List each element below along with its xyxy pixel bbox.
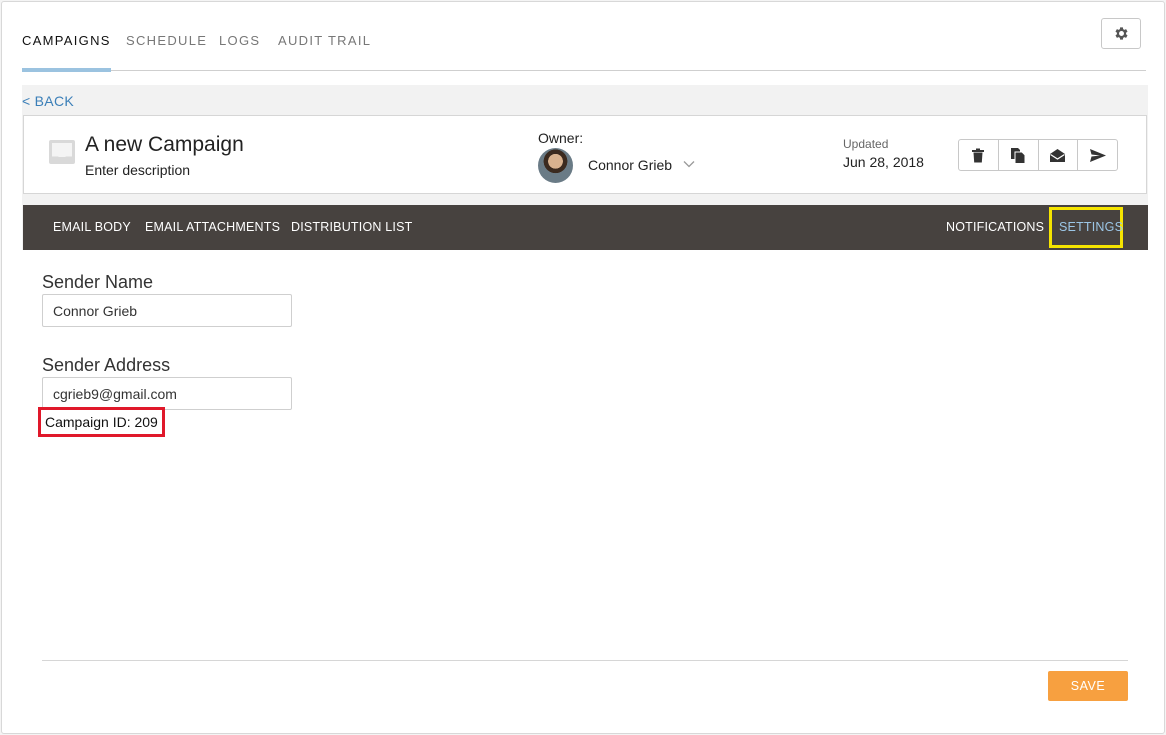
tab-distribution-list[interactable]: DISTRIBUTION LIST bbox=[291, 205, 412, 250]
owner-label: Owner: bbox=[538, 130, 584, 146]
settings-panel: Sender Name Sender Address Campaign ID: … bbox=[22, 250, 1148, 723]
delete-button[interactable] bbox=[959, 140, 999, 170]
campaign-description[interactable]: Enter description bbox=[85, 162, 190, 178]
sender-name-label: Sender Name bbox=[42, 272, 154, 292]
tab-notifications[interactable]: NOTIFICATIONS bbox=[946, 205, 1044, 250]
tab-campaigns[interactable]: CAMPAIGNS bbox=[22, 18, 111, 72]
send-icon bbox=[1089, 148, 1106, 162]
tab-email-body[interactable]: EMAIL BODY bbox=[53, 205, 131, 250]
back-link[interactable]: < BACK bbox=[22, 93, 74, 109]
app-frame: CAMPAIGNS SCHEDULE LOGS AUDIT TRAIL < BA… bbox=[1, 1, 1165, 734]
copy-icon bbox=[1011, 147, 1026, 164]
sender-address-label: Sender Address bbox=[42, 355, 171, 375]
settings-gear-button[interactable] bbox=[1101, 18, 1141, 49]
inbox-icon bbox=[49, 140, 75, 164]
footer-divider bbox=[42, 660, 1128, 661]
trash-icon bbox=[972, 148, 985, 162]
main-area: < BACK A new Campaign Enter description … bbox=[22, 85, 1148, 723]
campaign-id: Campaign ID: 209 bbox=[38, 407, 165, 437]
preview-email-button[interactable] bbox=[1039, 140, 1079, 170]
tab-logs[interactable]: LOGS bbox=[219, 18, 260, 71]
save-button[interactable]: SAVE bbox=[1048, 671, 1128, 701]
updated-label: Updated bbox=[843, 137, 889, 151]
tab-schedule[interactable]: SCHEDULE bbox=[126, 18, 207, 71]
campaign-header-card: A new Campaign Enter description Owner: … bbox=[23, 115, 1147, 194]
tab-audit-trail[interactable]: AUDIT TRAIL bbox=[278, 18, 371, 71]
duplicate-button[interactable] bbox=[999, 140, 1039, 170]
campaign-title[interactable]: A new Campaign bbox=[85, 133, 244, 157]
tab-email-attachments[interactable]: EMAIL ATTACHMENTS bbox=[145, 205, 280, 250]
avatar bbox=[538, 148, 573, 183]
owner-name[interactable]: Connor Grieb bbox=[588, 157, 672, 173]
sender-address-input[interactable] bbox=[42, 377, 292, 410]
updated-date: Jun 28, 2018 bbox=[843, 154, 924, 170]
sender-name-input[interactable] bbox=[42, 294, 292, 327]
top-nav: CAMPAIGNS SCHEDULE LOGS AUDIT TRAIL bbox=[22, 18, 1146, 72]
gear-icon bbox=[1114, 27, 1128, 40]
campaign-actions bbox=[958, 139, 1118, 171]
chevron-down-icon[interactable] bbox=[682, 157, 696, 171]
envelope-open-icon bbox=[1050, 148, 1066, 162]
tab-settings[interactable]: SETTINGS bbox=[1059, 205, 1123, 250]
send-button[interactable] bbox=[1078, 140, 1117, 170]
section-tab-bar: EMAIL BODY EMAIL ATTACHMENTS DISTRIBUTIO… bbox=[23, 205, 1148, 250]
